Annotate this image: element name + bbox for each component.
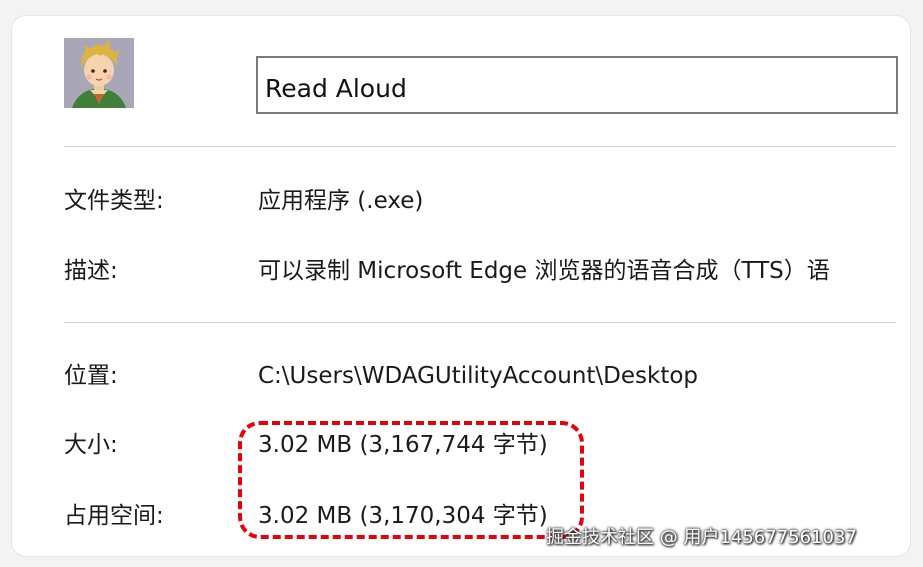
highlight-annotation bbox=[238, 421, 584, 539]
properties-dialog: 文件类型: 应用程序 (.exe) 描述: 可以录制 Microsoft Edg… bbox=[12, 16, 910, 556]
location-value: C:\Users\WDAGUtilityAccount\Desktop bbox=[258, 363, 699, 389]
description-label: 描述: bbox=[64, 258, 118, 284]
description-value: 可以录制 Microsoft Edge 浏览器的语音合成（TTS）语 bbox=[258, 258, 830, 284]
watermark: 掘金技术社区 @ 用户145677561037 bbox=[546, 527, 857, 548]
location-label: 位置: bbox=[64, 363, 118, 389]
file-name-input[interactable] bbox=[256, 56, 898, 114]
file-type-value: 应用程序 (.exe) bbox=[258, 188, 424, 214]
size-label: 大小: bbox=[64, 432, 118, 458]
divider bbox=[64, 322, 896, 323]
divider bbox=[64, 146, 896, 147]
cartoon-avatar-icon bbox=[64, 38, 134, 108]
size-on-disk-label: 占用空间: bbox=[64, 503, 164, 529]
file-type-label: 文件类型: bbox=[64, 188, 164, 214]
